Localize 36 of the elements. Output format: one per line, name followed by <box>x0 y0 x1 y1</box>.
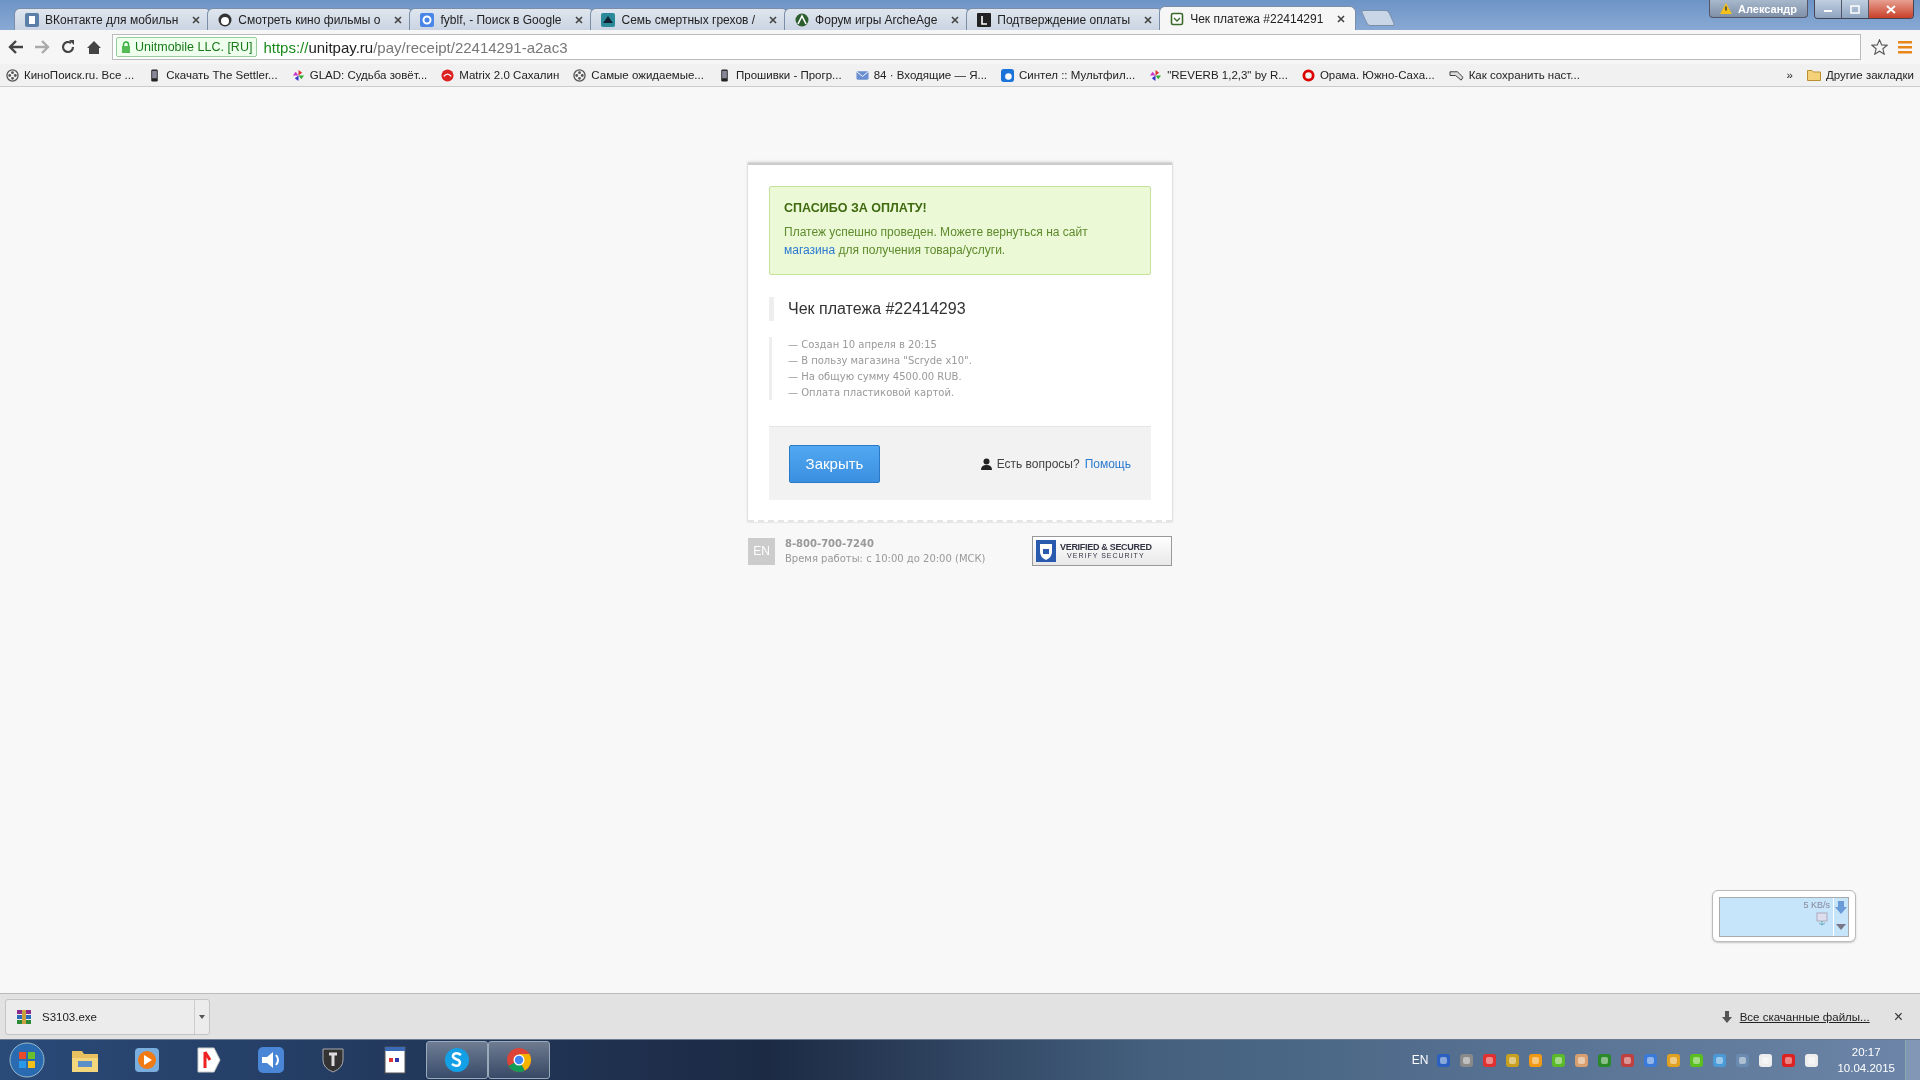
address-bar[interactable]: Unitmobile LLC. [RU] https://unitpay.ru/pay/receipt/22414291-a2ac3 <box>112 34 1861 60</box>
receipt-detail: — Создан 10 апреля в 20:15 <box>788 339 938 350</box>
bookmark-item[interactable]: Синтел :: Мультфил... <box>1001 68 1136 82</box>
bookmark-item[interactable]: GLAD: Судьба зовёт... <box>291 68 428 82</box>
receipt-detail: — Оплата пластиковой картой. <box>788 387 956 398</box>
more-bookmarks-button[interactable]: » <box>1786 69 1793 81</box>
badge-title: VERIFIED & SECURED <box>1060 543 1152 552</box>
bookmark-item[interactable]: 84 · Входящие — Я... <box>855 68 988 82</box>
bookmark-item[interactable]: Скачать The Settler... <box>148 68 278 82</box>
security-indicator[interactable]: Unitmobile LLC. [RU] <box>116 37 258 57</box>
url-text: https://unitpay.ru/pay/receipt/22414291-a2ac3 <box>263 38 568 56</box>
help-link[interactable]: Помощь <box>1084 456 1131 471</box>
receipt-detail: — На общую сумму 4500.00 RUB. <box>788 371 963 382</box>
working-hours: Время работы: с 10:00 до 20:00 (МСК) <box>785 553 986 564</box>
success-text: Платеж успешно проведен. Можете вернуться на сайт магазина для получения товара/услуги. <box>784 224 1089 259</box>
bookmark-item[interactable]: Самые ожидаемые... <box>573 68 704 82</box>
success-title: СПАСИБО ЗА ОПЛАТУ! <box>784 201 928 215</box>
bookmark-item[interactable]: Прошивки - Прогр... <box>717 68 842 82</box>
speed-reading: 5 KB/s <box>1803 900 1830 910</box>
browser-tab[interactable]: Чек платежа #22414291 <box>1159 6 1357 30</box>
shop-link[interactable]: магазина <box>784 243 836 257</box>
clock[interactable]: 20:17 10.04.2015 <box>1837 1046 1895 1074</box>
all-downloads-link[interactable]: Все скачанные файлы... <box>1739 1010 1870 1023</box>
bookmark-item[interactable]: "REVERB 1,2,3" by R... <box>1149 68 1288 82</box>
bookmark-item[interactable]: Как сохранить наст... <box>1448 68 1580 82</box>
help-question: Есть вопросы? <box>996 456 1080 471</box>
phone-number: 8-800-700-7240 <box>785 538 875 549</box>
bookmark-item[interactable]: Matrix 2.0 Сахалин <box>441 68 560 82</box>
download-item[interactable]: S3103.exe <box>5 998 210 1035</box>
bookmark-item[interactable]: КиноПоиск.ru. Все ... <box>6 68 135 82</box>
receipt-detail: — В пользу магазина "Scryde x10". <box>788 355 973 366</box>
receipt-heading: Чек платежа #22414293 <box>769 297 1151 321</box>
input-language[interactable]: EN <box>1411 1053 1429 1067</box>
close-download-bar-button[interactable]: × <box>1893 1007 1903 1026</box>
bookmark-item[interactable]: Орама. Южно-Саха... <box>1301 68 1435 82</box>
bookmark-folder[interactable]: Другие закладки <box>1806 69 1914 81</box>
